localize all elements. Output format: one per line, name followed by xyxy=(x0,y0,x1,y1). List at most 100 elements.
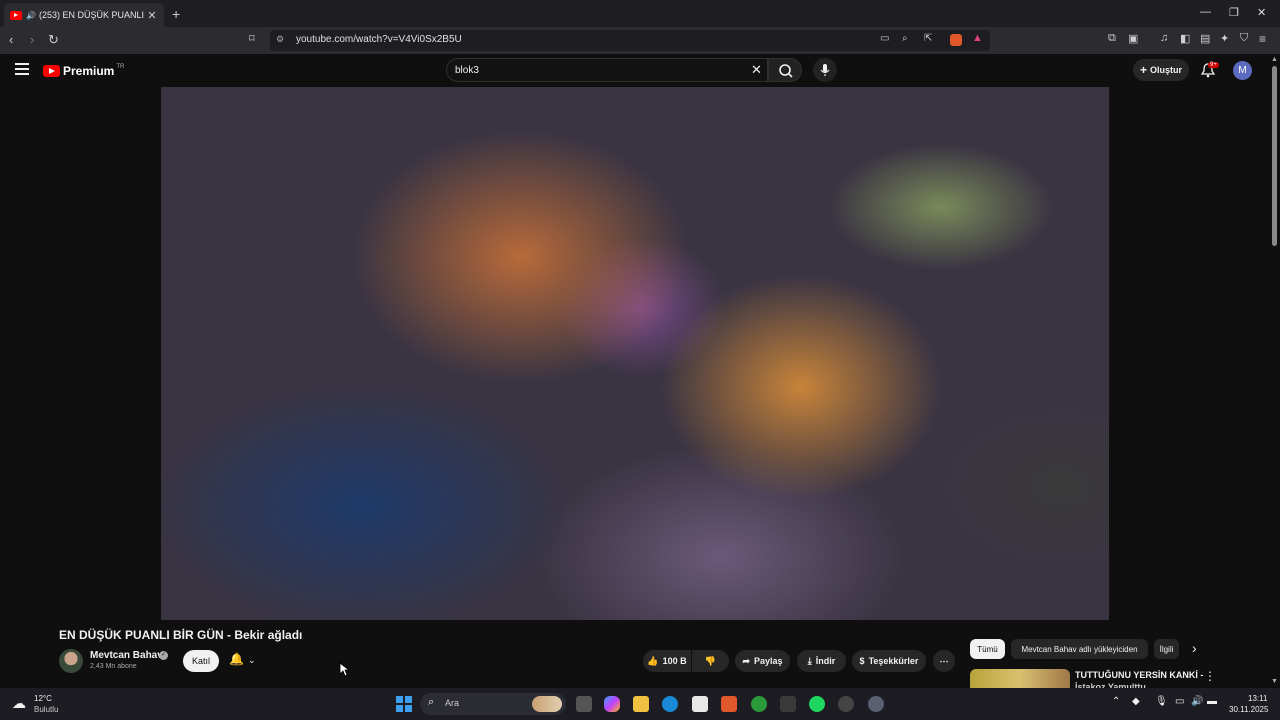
browser-tab-strip: 🔊 (253) EN DÜŞÜK PUANLI BİR ✕ + — ❐ ✕ xyxy=(0,0,1280,27)
video-player[interactable] xyxy=(161,87,1109,620)
brave-rewards-icon[interactable]: ▲ xyxy=(972,32,983,44)
mouse-cursor-icon xyxy=(339,662,349,677)
channel-avatar[interactable] xyxy=(59,649,83,673)
taskbar-search-label: Ara xyxy=(445,698,460,708)
like-count: 100 B xyxy=(662,656,687,666)
media-icon[interactable]: ♫ xyxy=(1160,32,1168,44)
dislike-button[interactable]: 👎 xyxy=(692,650,729,672)
join-button[interactable]: Katıl xyxy=(183,650,219,672)
page-scrollbar[interactable] xyxy=(1272,66,1277,246)
create-button[interactable]: + Oluştur xyxy=(1133,59,1189,81)
wallet-icon[interactable]: ▤ xyxy=(1200,32,1210,45)
like-button[interactable]: 👍 100 B xyxy=(643,650,691,672)
screenshot-icon[interactable]: ▣ xyxy=(1128,32,1138,45)
scroll-up-icon[interactable]: ▲ xyxy=(1271,56,1278,63)
logo-text: Premium xyxy=(63,64,115,78)
taskbar-search[interactable]: ⌕ Ara xyxy=(420,693,566,715)
copilot-icon[interactable] xyxy=(604,696,620,712)
new-tab-button[interactable]: + xyxy=(172,6,180,22)
thanks-button[interactable]: $ Teşekkürler xyxy=(852,650,926,672)
video-title: EN DÜŞÜK PUANLI BİR GÜN - Bekir ağladı xyxy=(59,628,303,642)
weather-description: Bulutlu xyxy=(34,705,59,714)
thumbs-up-icon: 👍 xyxy=(647,655,659,666)
cast-icon[interactable]: ▭ xyxy=(880,33,889,44)
tray-overflow-icon[interactable]: ⌃ xyxy=(1112,696,1120,707)
channel-name[interactable]: Mevtcan Bahav xyxy=(90,650,163,661)
recommendation-thumbnail[interactable] xyxy=(970,669,1070,689)
chevron-down-icon: ⌄ xyxy=(247,655,256,665)
browser-menu-icon[interactable]: ≡ xyxy=(1259,32,1266,46)
subscription-notifications-button[interactable]: 🔔 ⌄ xyxy=(229,652,267,670)
chip-from-uploader[interactable]: Mevtcan Bahav adlı yükleyiciden xyxy=(1011,639,1148,659)
site-settings-icon[interactable]: ⚙ xyxy=(276,34,284,45)
minimize-button[interactable]: — xyxy=(1200,6,1211,18)
forward-icon[interactable]: › xyxy=(30,32,34,47)
chips-next-icon[interactable]: › xyxy=(1192,640,1197,656)
audio-playing-icon: 🔊 xyxy=(26,10,36,20)
weather-cloud-icon[interactable]: ☁ xyxy=(12,695,26,712)
extensions-icon[interactable]: ⧉ xyxy=(1108,32,1116,45)
taskbar-search-icon: ⌕ xyxy=(428,696,435,708)
volume-icon[interactable]: 🔊 xyxy=(1191,696,1203,707)
back-icon[interactable]: ‹ xyxy=(9,32,13,47)
sidebar-toggle-icon[interactable]: ◧ xyxy=(1180,32,1190,45)
search-button[interactable] xyxy=(768,58,802,82)
bookmark-icon[interactable]: ⌑ xyxy=(249,32,255,45)
brave-taskbar-icon[interactable] xyxy=(721,696,737,712)
search-query: blok3 xyxy=(455,65,479,76)
browser-tab[interactable]: 🔊 (253) EN DÜŞÜK PUANLI BİR ✕ xyxy=(4,3,164,27)
close-window-button[interactable]: ✕ xyxy=(1257,6,1266,19)
tab-close-icon[interactable]: ✕ xyxy=(146,9,158,22)
share-button[interactable]: ➦ Paylaş xyxy=(735,650,790,672)
battery-icon[interactable]: ▬ xyxy=(1207,696,1217,707)
brave-shield-icon[interactable] xyxy=(950,34,962,46)
scroll-down-icon[interactable]: ▼ xyxy=(1271,678,1278,685)
thumbs-down-icon: 👎 xyxy=(704,655,717,666)
steam-icon[interactable] xyxy=(838,696,854,712)
reload-icon[interactable]: ↻ xyxy=(48,32,59,48)
xbox-icon[interactable] xyxy=(751,696,767,712)
browser-toolbar: ‹ › ↻ ⌑ ⚙ youtube.com/watch?v=V4Vi0Sx2B5… xyxy=(0,27,1280,54)
zoom-icon[interactable]: ⌕ xyxy=(902,33,908,44)
youtube-play-icon xyxy=(43,65,60,77)
edge-icon[interactable] xyxy=(662,696,678,712)
search-input[interactable]: blok3 ✕ xyxy=(446,58,768,82)
share-icon[interactable]: ⇱ xyxy=(924,33,932,44)
app-icon[interactable] xyxy=(780,696,796,712)
leo-ai-icon[interactable]: ✦ xyxy=(1220,32,1229,45)
file-explorer-icon[interactable] xyxy=(633,696,649,712)
hamburger-menu-icon[interactable] xyxy=(15,63,29,78)
vpn-icon[interactable]: ⛉ xyxy=(1240,32,1248,45)
recommendation-title[interactable]: TUTTUĞUNU YERSİN KANKİ - xyxy=(1075,670,1203,680)
task-view-icon[interactable] xyxy=(576,696,592,712)
store-icon[interactable] xyxy=(692,696,708,712)
address-bar[interactable]: ⚙ youtube.com/watch?v=V4Vi0Sx2B5U ▭ ⌕ ⇱ … xyxy=(270,30,990,51)
spotify-icon[interactable] xyxy=(809,696,825,712)
account-avatar[interactable]: M xyxy=(1233,61,1252,80)
verified-icon: ✓ xyxy=(159,651,168,660)
youtube-premium-logo[interactable]: Premium TR xyxy=(43,64,124,78)
clock-date[interactable]: 30.11.2025 xyxy=(1229,705,1268,714)
search-icon xyxy=(779,64,793,78)
weather-temperature: 12°C xyxy=(34,694,52,703)
clock-time[interactable]: 13:11 xyxy=(1248,694,1267,703)
search-clear-icon[interactable]: ✕ xyxy=(751,62,762,78)
tray-app-icon[interactable]: ◆ xyxy=(1132,696,1140,707)
windows-taskbar: ☁ 12°C Bulutlu ⌕ Ara ⌃ ◆ 🎙 ▭ 🔊 ▬ 13:11 3… xyxy=(0,688,1280,720)
more-actions-button[interactable]: ⋯ xyxy=(933,650,955,672)
recommendation-menu-icon[interactable]: ⋮ xyxy=(1204,669,1216,683)
share-label: Paylaş xyxy=(754,656,783,666)
tray-mic-icon[interactable]: 🎙 xyxy=(1155,696,1168,707)
download-label: İndir xyxy=(815,656,836,666)
chip-all[interactable]: Tümü xyxy=(970,639,1005,659)
settings-icon[interactable] xyxy=(868,696,884,712)
start-windows-icon[interactable] xyxy=(396,696,412,712)
download-button[interactable]: ⤓ İndir xyxy=(797,650,846,672)
download-icon: ⤓ xyxy=(807,655,812,666)
logo-region: TR xyxy=(116,64,125,70)
network-icon[interactable]: ▭ xyxy=(1175,696,1184,707)
chip-related[interactable]: İlgili xyxy=(1154,639,1179,659)
voice-search-button[interactable] xyxy=(813,58,837,82)
notification-badge: 9+ xyxy=(1208,62,1219,68)
maximize-button[interactable]: ❐ xyxy=(1229,6,1239,19)
